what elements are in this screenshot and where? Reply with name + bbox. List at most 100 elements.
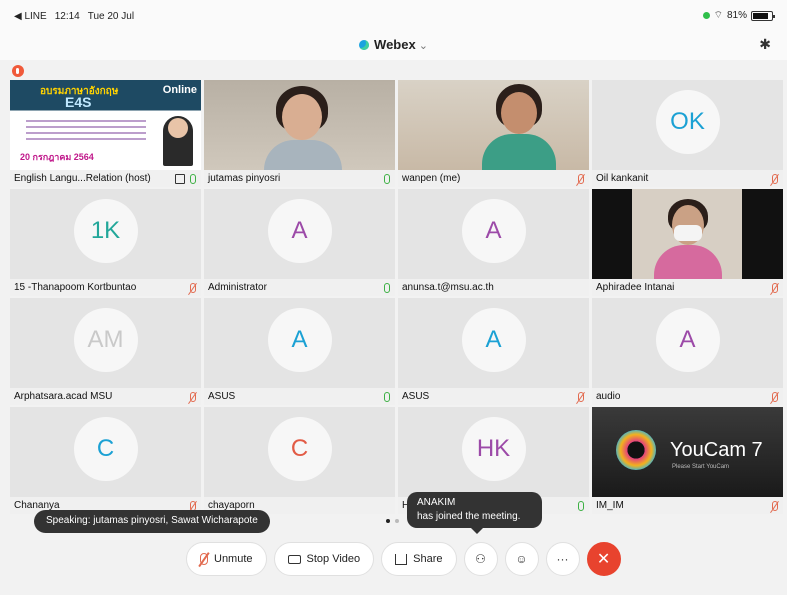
participant-tile[interactable]: อบรมภาษาอังกฤษ Online E4S 20 กรกฎาคม 2564 En… (10, 80, 201, 187)
participant-name: Arphatsara.acad MSU (10, 388, 201, 405)
speaking-toast: Speaking: jutamas pinyosri, Sawat Wichar… (34, 510, 270, 533)
participant-tile[interactable]: A ASUS (204, 298, 395, 405)
participant-tile[interactable]: wanpen (me) (398, 80, 589, 187)
participant-avatar: A (461, 199, 526, 263)
shared-slide-video: อบรมภาษาอังกฤษ Online E4S 20 กรกฎาคม 2564 (10, 80, 201, 170)
video-person-face (282, 94, 322, 140)
share-button[interactable]: Share (381, 542, 457, 576)
participant-avatar: C (73, 417, 138, 481)
participant-name: Aphiradee Intanai (592, 279, 783, 296)
participant-avatar: A (655, 308, 720, 372)
participant-grid: อบรมภาษาอังกฤษ Online E4S 20 กรกฎาคม 2564 En… (10, 80, 783, 514)
mic-muted-icon (200, 553, 208, 565)
mic-muted-icon (772, 501, 778, 511)
mic-active-icon (384, 392, 390, 402)
mic-active-icon (384, 174, 390, 184)
participant-avatar: A (267, 199, 332, 263)
meeting-title[interactable]: Webex ⌄ (0, 37, 787, 52)
youcam-brand: YouCam 7 (670, 439, 763, 461)
youcam-placeholder-video: YouCam 7 Please Start YouCam (592, 407, 783, 497)
recording-indicator-icon (12, 65, 24, 77)
participant-name: English Langu...Relation (host) (10, 170, 201, 187)
participant-avatar: OK (655, 90, 720, 154)
sharing-icon (175, 174, 185, 184)
camera-in-use-indicator (702, 12, 710, 19)
joined-participant-name: ANAKIM (417, 497, 456, 508)
stop-video-button[interactable]: Stop Video (273, 542, 375, 576)
back-to-app-link[interactable]: ◀ LINE (14, 11, 47, 22)
participant-name: anunsa.t@msu.ac.th (398, 279, 589, 296)
participant-tile[interactable]: Cchayaporn (204, 407, 395, 514)
participant-tile[interactable]: YouCam 7 Please Start YouCam IM_IM (592, 407, 783, 514)
joined-message: has joined the meeting. (417, 511, 521, 522)
mic-muted-icon (190, 392, 196, 402)
page-indicator[interactable] (386, 519, 399, 523)
bluetooth-icon[interactable]: ✱ (759, 36, 771, 53)
participants-button[interactable]: ⚇ (463, 542, 498, 576)
participant-avatar: C (267, 417, 332, 481)
youcam-subtext: Please Start YouCam (672, 464, 730, 470)
share-label: Share (413, 553, 443, 565)
participant-tile[interactable]: Aaudio (592, 298, 783, 405)
mic-active-icon (384, 283, 390, 293)
battery-icon (751, 10, 775, 21)
face-mask (674, 225, 702, 241)
mic-muted-icon (578, 174, 584, 184)
stop-video-label: Stop Video (306, 553, 361, 565)
participant-avatar: 1K (73, 199, 138, 263)
webex-logo-icon (359, 40, 370, 50)
status-time: 12:14 (54, 11, 80, 22)
webex-meeting-screen: ◀ LINE 12:14 Tue 20 Jul ⌔ 81% Webex ⌄ ✱ อ… (0, 0, 787, 595)
participant-tile[interactable]: OK Oil kankanit (592, 80, 783, 187)
more-options-button[interactable]: ··· (545, 542, 580, 576)
participant-tile[interactable]: jutamas pinyosri (204, 80, 395, 187)
video-person-body (264, 140, 342, 170)
video-camera-icon (287, 554, 301, 564)
status-date: Tue 20 Jul (87, 11, 135, 22)
mic-muted-icon (578, 392, 584, 402)
participant-name: IM_IM (592, 497, 783, 514)
share-icon (395, 553, 408, 565)
participants-icon: ⚇ (475, 552, 486, 566)
participant-name: ASUS (204, 388, 395, 405)
participant-avatar: AM (73, 308, 138, 372)
slide-body-text (26, 120, 146, 144)
unmute-label: Unmute (214, 553, 253, 565)
participant-avatar: A (267, 308, 332, 372)
participant-name: audio (592, 388, 783, 405)
participant-tile[interactable]: Aanunsa.t@msu.ac.th (398, 189, 589, 296)
end-call-button[interactable]: ✕ (586, 542, 621, 576)
video-person-face (501, 92, 537, 134)
wifi-icon: ⌔ (713, 10, 723, 21)
close-icon: ✕ (596, 551, 611, 568)
participant-video (398, 80, 589, 170)
participant-name: Administrator (204, 279, 395, 296)
participant-tile[interactable]: 1K 15 -Thanapoom Kortbuntao (10, 189, 201, 296)
participant-tile[interactable]: A ASUS (398, 298, 589, 405)
meeting-title-bar: Webex ⌄ ✱ (0, 30, 787, 60)
mic-muted-icon (772, 174, 778, 184)
reactions-button[interactable]: ☺ (504, 542, 539, 576)
participant-name: ASUS (398, 388, 589, 405)
participant-name: Oil kankanit (592, 170, 783, 187)
video-person-body (482, 134, 556, 170)
unmute-button[interactable]: Unmute (186, 542, 267, 576)
youcam-logo-icon (616, 430, 656, 470)
meeting-control-bar: Unmute Stop Video Share ⚇ ☺ ··· ✕ (186, 542, 621, 576)
mic-active-icon (190, 174, 196, 184)
participant-tile[interactable]: C Chananya (10, 407, 201, 514)
more-icon: ··· (556, 552, 569, 566)
participant-tile[interactable]: Aphiradee Intanai (592, 189, 783, 296)
slide-program-text: E4S (65, 94, 92, 110)
emoji-icon: ☺ (515, 552, 528, 566)
participant-avatar: HK (461, 417, 526, 481)
mic-active-icon (578, 501, 584, 511)
slide-date-text: 20 กรกฎาคม 2564 (20, 152, 94, 162)
participant-tile[interactable]: A Administrator (204, 189, 395, 296)
page-dot (395, 519, 399, 523)
participant-video (592, 189, 783, 279)
participant-joined-toast: ANAKIM has joined the meeting. (407, 492, 542, 534)
mic-muted-icon (772, 283, 778, 293)
participant-tile[interactable]: AM Arphatsara.acad MSU (10, 298, 201, 405)
battery-percent: 81% (726, 10, 747, 21)
